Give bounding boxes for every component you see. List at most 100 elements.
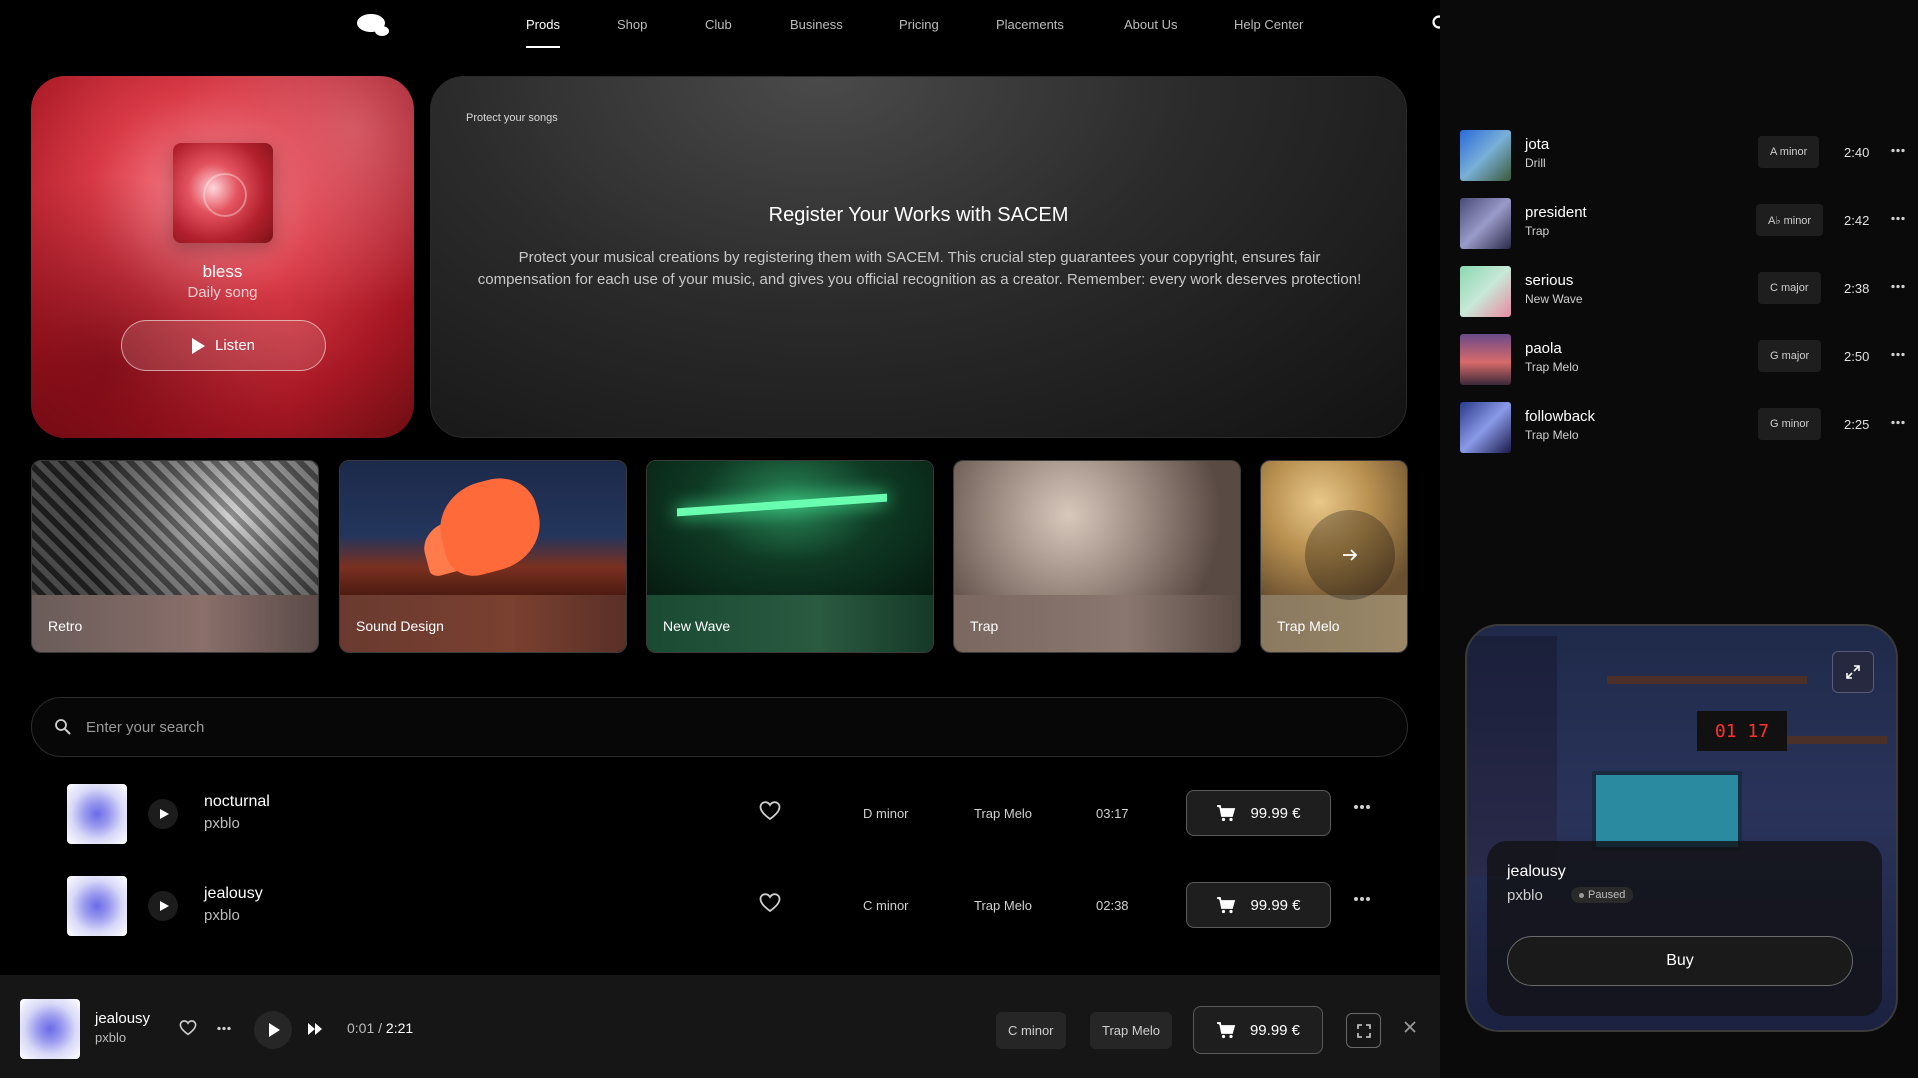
sacem-info-card: Protect your songs Register Your Works w… — [430, 76, 1407, 438]
track-title[interactable]: nocturnal — [204, 793, 270, 811]
track-artist[interactable]: pxblo — [204, 815, 240, 832]
more-icon[interactable] — [1890, 216, 1906, 221]
nav-business[interactable]: Business — [790, 17, 843, 32]
track-buy-button[interactable]: 99.99 € — [1186, 790, 1331, 836]
list-item[interactable]: jota Drill A minor 2:40 — [1460, 130, 1905, 190]
listen-label: Listen — [214, 337, 256, 354]
daily-song-title: bless — [202, 262, 243, 281]
table-row: nocturnal pxblo D minor Trap Melo 03:17 … — [31, 776, 1408, 851]
queue-key: C major — [1758, 272, 1821, 304]
queue-cover — [1460, 334, 1511, 385]
fullscreen-icon — [1356, 1023, 1371, 1038]
track-play-button[interactable] — [148, 891, 178, 921]
play-icon — [269, 1023, 280, 1037]
genre-tile-new-wave[interactable]: New Wave — [646, 460, 934, 653]
play-icon — [159, 901, 169, 911]
track-price: 99.99 € — [1250, 804, 1301, 822]
arrow-right-icon — [1343, 549, 1358, 561]
fast-forward-icon[interactable] — [307, 1022, 323, 1036]
queue-genre: New Wave — [1525, 292, 1583, 306]
genre-label: Retro — [48, 618, 83, 634]
track-price: 99.99 € — [1250, 896, 1301, 914]
heart-icon[interactable] — [179, 1020, 197, 1036]
table-row: jealousy pxblo C minor Trap Melo 02:38 9… — [31, 868, 1408, 943]
now-playing-title[interactable]: jealousy — [1507, 863, 1566, 881]
track-genre: Trap Melo — [974, 806, 1033, 821]
right-panel: jota Drill A minor 2:40 president Trap A… — [1440, 0, 1918, 1078]
player-price: 99.99 € — [1249, 1021, 1301, 1039]
queue-title[interactable]: followback — [1525, 408, 1595, 425]
now-playing-art-window — [1467, 636, 1557, 876]
more-icon[interactable] — [1890, 420, 1906, 425]
genre-label: Trap — [970, 618, 999, 634]
list-item[interactable]: president Trap A♭ minor 2:42 — [1460, 198, 1905, 258]
queue-cover — [1460, 130, 1511, 181]
heart-icon[interactable] — [759, 801, 781, 821]
list-item[interactable]: paola Trap Melo G major 2:50 — [1460, 334, 1905, 394]
status-badge: Paused — [1571, 887, 1634, 903]
listen-button[interactable]: Listen — [121, 320, 326, 371]
player-genre-chip[interactable]: Trap Melo — [1090, 1012, 1173, 1049]
player-play-button[interactable] — [254, 1011, 292, 1049]
track-genre: Trap Melo — [974, 898, 1033, 913]
track-key: D minor — [863, 806, 909, 821]
track-cover — [67, 784, 127, 844]
queue-key: G minor — [1758, 408, 1822, 440]
more-icon[interactable] — [1890, 352, 1906, 357]
search-input[interactable] — [86, 698, 1366, 756]
track-buy-button[interactable]: 99.99 € — [1186, 882, 1331, 928]
bottom-player: jealousy pxblo 0:01 / 2:21 C minor Trap … — [0, 975, 1440, 1078]
nav-pricing[interactable]: Pricing — [899, 17, 939, 32]
list-item[interactable]: followback Trap Melo G minor 2:25 — [1460, 402, 1905, 462]
close-icon[interactable] — [1403, 1020, 1417, 1034]
track-title[interactable]: jealousy — [204, 885, 263, 903]
track-artist[interactable]: pxblo — [204, 907, 240, 924]
track-duration: 03:17 — [1096, 806, 1129, 821]
logo-icon[interactable] — [355, 12, 391, 38]
player-fullscreen-button[interactable] — [1346, 1013, 1381, 1048]
player-artist[interactable]: pxblo — [95, 1030, 126, 1045]
genre-tile-retro[interactable]: Retro — [31, 460, 319, 653]
list-item[interactable]: serious New Wave C major 2:38 — [1460, 266, 1905, 326]
queue-title[interactable]: jota — [1525, 136, 1549, 153]
play-icon — [159, 809, 169, 819]
player-buy-button[interactable]: 99.99 € — [1193, 1006, 1323, 1054]
now-playing-clock: 01 17 — [1697, 711, 1787, 751]
queue-key: G major — [1758, 340, 1822, 372]
player-time-separator: / — [378, 1020, 383, 1036]
nav-help-center[interactable]: Help Center — [1234, 17, 1303, 32]
more-icon[interactable] — [1890, 284, 1906, 289]
nav-placements[interactable]: Placements — [996, 17, 1064, 32]
genre-next-button[interactable] — [1305, 510, 1395, 600]
now-playing-overlay: jealousy pxblo Paused Buy — [1487, 841, 1882, 1016]
nav-prods[interactable]: Prods — [526, 17, 560, 32]
more-icon[interactable] — [1890, 148, 1906, 153]
heart-icon[interactable] — [759, 893, 781, 913]
more-icon[interactable] — [1353, 896, 1371, 902]
more-icon[interactable] — [1353, 804, 1371, 810]
genre-tile-sound-design[interactable]: Sound Design — [339, 460, 627, 653]
now-playing-expand-button[interactable] — [1832, 651, 1874, 693]
daily-song-subtitle: Daily song — [187, 284, 258, 301]
nav-shop[interactable]: Shop — [617, 17, 647, 32]
player-key-chip[interactable]: C minor — [996, 1012, 1066, 1049]
genre-tile-trap[interactable]: Trap — [953, 460, 1241, 653]
cart-icon — [1216, 1022, 1236, 1039]
queue-duration: 2:40 — [1844, 145, 1870, 160]
now-playing-buy-button[interactable]: Buy — [1507, 936, 1853, 986]
nav-club[interactable]: Club — [705, 17, 732, 32]
nav-active-indicator — [526, 46, 560, 48]
nav-about-us[interactable]: About Us — [1124, 17, 1177, 32]
track-play-button[interactable] — [148, 799, 178, 829]
queue-title[interactable]: president — [1525, 204, 1587, 221]
player-total-time: 2:21 — [385, 1020, 414, 1036]
player-title[interactable]: jealousy — [95, 1010, 150, 1027]
queue-title[interactable]: serious — [1525, 272, 1573, 289]
cart-icon — [1217, 805, 1236, 822]
top-nav: Prods Shop Club Business Pricing Placeme… — [0, 0, 1574, 50]
now-playing-artist[interactable]: pxblo — [1507, 887, 1543, 904]
cart-icon — [1217, 897, 1236, 914]
queue-key: A minor — [1758, 136, 1820, 168]
more-icon[interactable] — [216, 1026, 232, 1031]
queue-title[interactable]: paola — [1525, 340, 1562, 357]
